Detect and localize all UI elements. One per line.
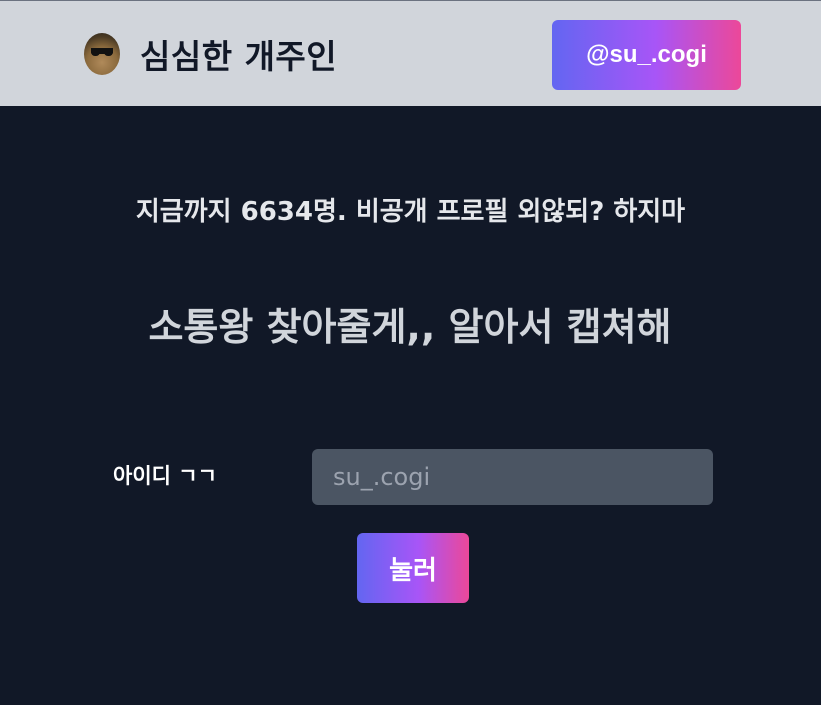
page: 심심한 개주인 @su_.cogi 지금까지 6634명. 비공개 프로필 외않… bbox=[0, 0, 821, 705]
site-title: 심심한 개주인 bbox=[140, 37, 338, 76]
id-field-label: 아이디 ㄱㄱ bbox=[113, 464, 217, 488]
top-bar: 심심한 개주인 @su_.cogi bbox=[0, 0, 821, 106]
avatar-icon bbox=[84, 33, 120, 75]
id-input[interactable] bbox=[312, 449, 713, 505]
brand[interactable]: 심심한 개주인 bbox=[84, 33, 338, 76]
instagram-handle-button[interactable]: @su_.cogi bbox=[552, 20, 741, 90]
visitor-counter: 지금까지 6634명. 비공개 프로필 외않되? 하지마 bbox=[135, 197, 686, 227]
sunglasses-icon bbox=[91, 48, 113, 56]
submit-button[interactable]: 눌러 bbox=[357, 533, 469, 603]
page-headline: 소통왕 찾아줄게,, 알아서 캡쳐해 bbox=[148, 305, 672, 349]
